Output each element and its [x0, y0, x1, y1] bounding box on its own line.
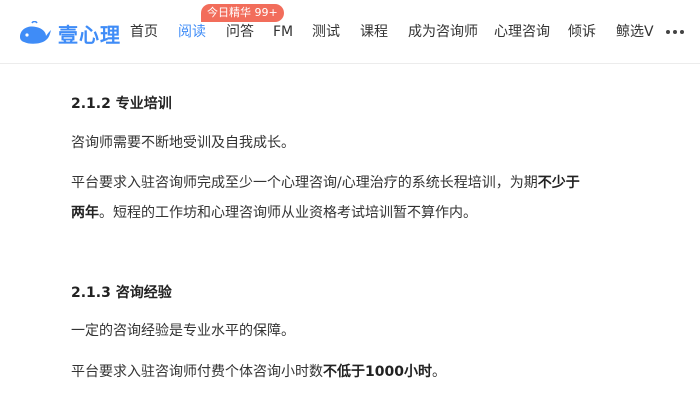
nav-item-reading[interactable]: 阅读 [178, 22, 206, 42]
top-navbar: 壹心理 首页 阅读 问答 FM 测试 课程 成为咨询师 心理咨询 倾诉 鲸选V … [0, 0, 700, 64]
section-heading-experience: 2.1.3 咨询经验 [71, 285, 172, 301]
more-dots-icon[interactable] [666, 30, 684, 34]
nav-item-courses[interactable]: 课程 [360, 22, 388, 42]
nav-item-counseling[interactable]: 心理咨询 [494, 22, 550, 42]
paragraph-training-intro: 咨询师需要不断地受训及自我成长。 [71, 135, 295, 151]
site-logo[interactable]: 壹心理 [18, 18, 121, 48]
paragraph-training-requirement: 平台要求入驻咨询师完成至少一个心理咨询/心理治疗的系统长程培训，为期不少于两年。… [71, 175, 580, 221]
brand-name: 壹心理 [58, 22, 121, 47]
whale-logo-icon [20, 21, 51, 44]
nav-item-become-counselor[interactable]: 成为咨询师 [408, 22, 478, 42]
section-heading-training: 2.1.2 专业培训 [71, 96, 172, 112]
paragraph-experience-intro: 一定的咨询经验是专业水平的保障。 [71, 323, 295, 339]
paragraph-experience-requirement: 平台要求入驻咨询师付费个体咨询小时数不低于1000小时。 [71, 364, 446, 380]
nav-item-confide[interactable]: 倾诉 [568, 22, 596, 42]
nav-item-qa[interactable]: 问答 [226, 22, 254, 42]
nav-item-home[interactable]: 首页 [130, 22, 158, 42]
nav-item-test[interactable]: 测试 [312, 22, 340, 42]
nav-item-fm[interactable]: FM [273, 22, 293, 42]
nav-item-jingxuan[interactable]: 鲸选V [616, 22, 654, 42]
daily-highlights-badge[interactable]: 今日精华 99+ [201, 4, 284, 22]
